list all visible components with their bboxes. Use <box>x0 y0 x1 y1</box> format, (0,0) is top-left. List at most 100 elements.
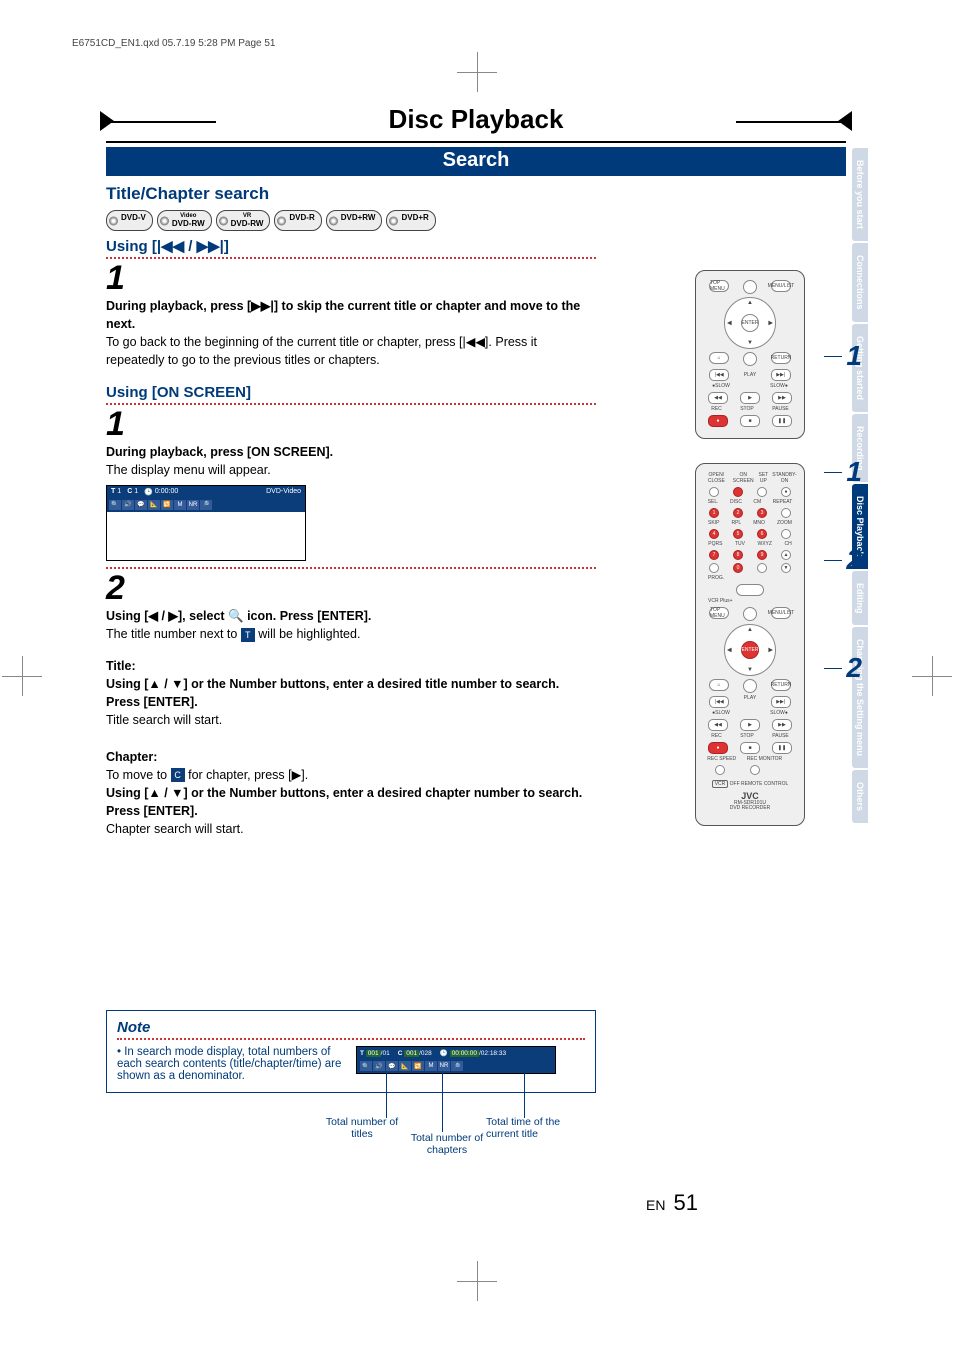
product-label: DVD RECORDER <box>702 805 798 811</box>
label-total-titles: Total number of titles <box>322 1116 402 1140</box>
note-box: Note • In search mode display, total num… <box>106 1010 596 1093</box>
skip-instruction-bold: During playback, press [▶▶|] to skip the… <box>106 297 596 333</box>
play-button: ▶ <box>740 392 760 404</box>
chapter-header: Chapter: <box>106 748 596 766</box>
angle-icon: 📐 <box>148 500 160 510</box>
nav-ring: ▲▼◀▶ ENTER <box>724 297 776 349</box>
tab-connections: Connections <box>852 243 868 322</box>
rew-button: ◀◀ <box>708 392 728 404</box>
callout-1-top: 1 <box>846 340 862 372</box>
crop-mark-left <box>2 656 42 696</box>
chapter-icon: C <box>171 768 185 782</box>
key-6: 6 <box>757 529 767 539</box>
page-number: 51 <box>673 1190 697 1216</box>
title-header: Title: <box>106 657 596 675</box>
callout-1-full: 1 <box>846 456 862 488</box>
subheading-using-onscreen: Using [ON SCREEN] <box>106 384 596 401</box>
enter-button: ENTER <box>741 314 759 332</box>
repeat-icon: 🔁 <box>161 500 173 510</box>
badge-dvd-rw-vr: VRDVD-RW <box>216 210 271 231</box>
marker-icon: M <box>174 500 186 510</box>
skip-back-button: |◀◀ <box>709 369 729 381</box>
print-metadata: E6751CD_EN1.qxd 05.7.19 5:28 PM Page 51 <box>72 38 275 49</box>
remote-top: TOP MENU MENU/LIST ▲▼◀▶ ENTER ⌂ RETURN |◀◀… <box>695 270 805 439</box>
dotted-rule <box>106 403 596 405</box>
callout-2b-full: 2 <box>846 652 862 684</box>
tab-editing: Editing <box>852 571 868 626</box>
crop-mark-top <box>457 52 497 92</box>
tab-before-you-start: Before you start <box>852 148 868 241</box>
page-title: Disc Playback <box>389 104 564 134</box>
note-diagram: T 001/01 C 001/028 🕒 00:00:00/02:18:33 🔍… <box>356 1046 585 1082</box>
ch-up-button: ▲ <box>781 550 791 560</box>
subtitle-icon: 💬 <box>135 500 147 510</box>
remote-full: OPEN/ CLOSEON SCREENSET UPSTANDBY-ON ● S… <box>695 463 805 826</box>
note-title: Note <box>117 1019 585 1036</box>
return-button-2: RETURN <box>771 679 791 691</box>
ff-button: ▶▶ <box>772 392 792 404</box>
rec-button: ● <box>708 415 728 427</box>
badge-dvd-rw-video: VideoDVD-RW <box>157 210 212 231</box>
select-icon-instruction: Using [◀ / ▶], select 🔍 icon. Press [ENT… <box>106 607 596 625</box>
badge-dvd-plus-rw: DVD+RW <box>326 210 383 231</box>
select-icon-body: The title number next to T will be highl… <box>106 625 596 643</box>
step-number-2: 2 <box>106 573 596 603</box>
step-number-1a: 1 <box>106 263 596 293</box>
chapter-move-body: To move to C for chapter, press [▶]. <box>106 766 596 784</box>
dotted-rule <box>106 567 596 569</box>
badge-dvd-v: DVD-V <box>106 210 153 231</box>
title-instruction-body: Title search will start. <box>106 711 596 729</box>
key-5: 5 <box>733 529 743 539</box>
menu-list-button-2: MENU/LIST <box>771 607 791 619</box>
on-screen-button <box>743 280 757 294</box>
key-2: 2 <box>733 508 743 518</box>
key-1: 1 <box>709 508 719 518</box>
onscreen-instruction-body: The display menu will appear. <box>106 461 596 479</box>
prog-button <box>736 584 764 596</box>
page-footer: EN 51 <box>646 1190 698 1216</box>
lang-code: EN <box>646 1197 665 1213</box>
nav-down-button <box>743 352 757 366</box>
enter-button-red: ENTER <box>741 641 759 659</box>
nav-ring-2: ▲▼◀▶ ENTER <box>724 624 776 676</box>
subheading-using-skip: Using [|◀◀ / ▶▶|] <box>106 237 596 255</box>
zoom-icon: 🔎 <box>200 500 212 510</box>
return-button: RETURN <box>771 352 791 364</box>
skip-instruction-body: To go back to the beginning of the curre… <box>106 333 596 369</box>
on-screen-button-red <box>733 487 743 497</box>
chapter-instruction-bold: Using [▲ / ▼] or the Number buttons, ent… <box>106 784 596 820</box>
key-9: 9 <box>757 550 767 560</box>
heading-title-chapter-search: Title/Chapter search <box>106 184 596 204</box>
stop-button: ■ <box>740 415 760 427</box>
setup-button <box>757 487 767 497</box>
top-menu-button-2: TOP MENU <box>709 607 729 619</box>
audio-icon: 🔊 <box>122 500 134 510</box>
remote-illustrations: TOP MENU MENU/LIST ▲▼◀▶ ENTER ⌂ RETURN |◀◀… <box>660 270 840 826</box>
home-button: ⌂ <box>709 352 729 364</box>
ch-down-button: ▼ <box>781 563 791 573</box>
zoom-button <box>781 529 791 539</box>
title-icon: T <box>241 628 255 642</box>
dotted-rule <box>117 1038 585 1040</box>
key-4: 4 <box>709 529 719 539</box>
key-8: 8 <box>733 550 743 560</box>
tab-changing-setting-menu: Changing the Setting menu <box>852 627 868 768</box>
onscreen-instruction-bold: During playback, press [ON SCREEN]. <box>106 443 596 461</box>
repeat-button <box>781 508 791 518</box>
callout-2a-full: 2 <box>846 544 862 576</box>
label-total-chapters: Total number of chapters <box>402 1132 492 1156</box>
search-icon: 🔍 <box>109 500 121 510</box>
standby-button: ● <box>781 487 791 497</box>
menu-list-button: MENU/LIST <box>771 280 791 292</box>
key-7: 7 <box>709 550 719 560</box>
title-instruction-bold: Using [▲ / ▼] or the Number buttons, ent… <box>106 675 596 711</box>
open-close-button <box>709 487 719 497</box>
nr-icon: NR <box>187 500 199 510</box>
label-total-time: Total time of the current title <box>486 1116 586 1140</box>
step-number-1b: 1 <box>106 409 596 439</box>
page-title-bar: Disc Playback <box>106 100 846 143</box>
dotted-rule <box>106 257 596 259</box>
top-menu-button: TOP MENU <box>709 280 729 292</box>
tab-others: Others <box>852 770 868 823</box>
section-title: Search <box>106 147 846 176</box>
